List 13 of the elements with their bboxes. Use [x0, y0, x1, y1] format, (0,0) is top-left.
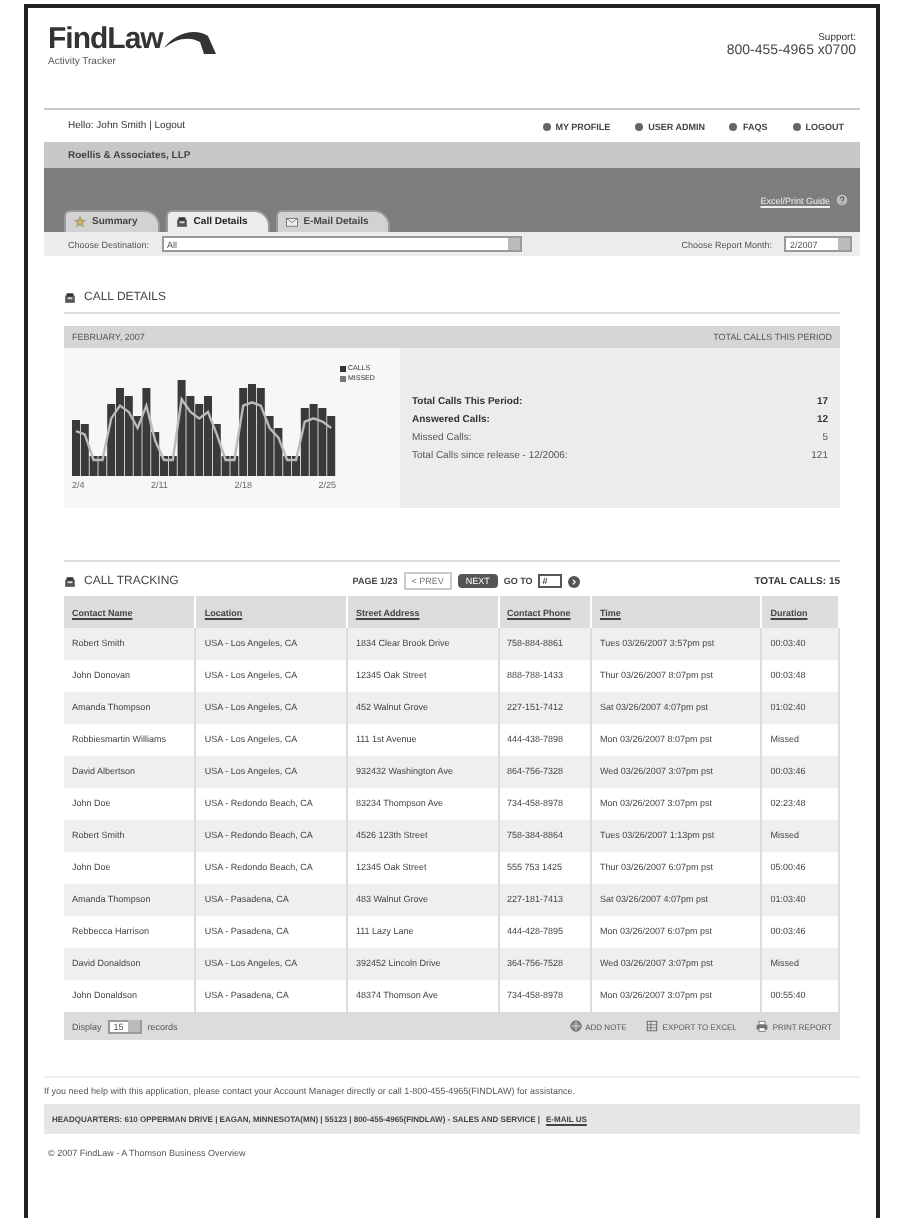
star-icon	[74, 216, 86, 228]
globe-icon	[569, 1020, 582, 1032]
spreadsheet-icon	[646, 1020, 659, 1032]
envelope-icon	[285, 216, 298, 228]
circle-icon	[541, 121, 552, 131]
go-button-icon[interactable]	[568, 575, 581, 587]
circle-icon	[791, 121, 802, 131]
circle-icon	[634, 121, 645, 131]
logo-text: FindLaw	[48, 24, 163, 54]
circle-icon	[728, 121, 739, 131]
swoosh-icon	[164, 28, 217, 54]
help-icon[interactable]	[836, 194, 848, 206]
printer-icon	[756, 1020, 769, 1032]
